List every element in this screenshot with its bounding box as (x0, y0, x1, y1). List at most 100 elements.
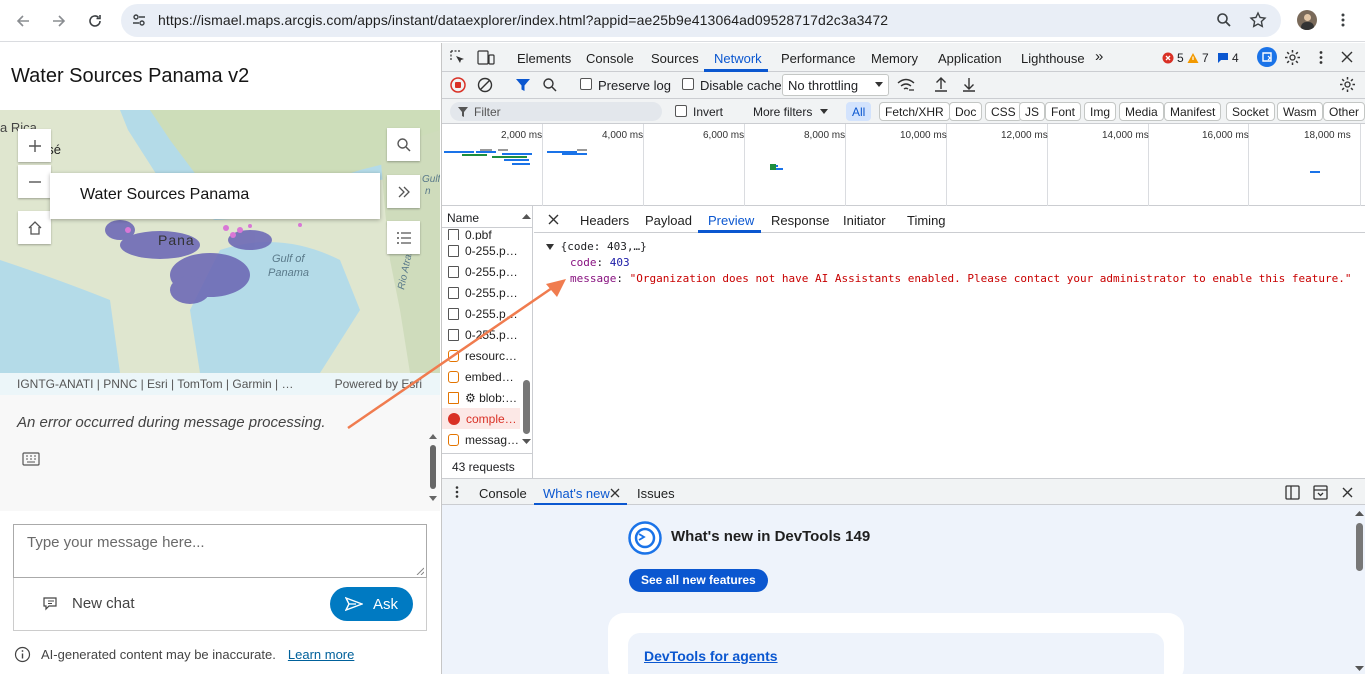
more-tabs-button[interactable]: » (1095, 48, 1103, 65)
chat-scrollbar[interactable] (427, 395, 439, 511)
disable-cache-checkbox[interactable] (682, 78, 694, 90)
message-count-badge[interactable]: 4 (1217, 51, 1239, 65)
tab-network[interactable]: Network (714, 51, 762, 66)
request-row[interactable]: 0-255.p… (442, 324, 520, 345)
forward-icon[interactable] (46, 8, 72, 34)
map-attribution[interactable]: IGNTG-ANATI | PNNC | Esri | TomTom | Gar… (0, 373, 440, 395)
tab-lighthouse[interactable]: Lighthouse (1021, 51, 1085, 66)
drawer-tab-console[interactable]: Console (479, 486, 527, 501)
import-har-icon[interactable] (933, 76, 949, 93)
detail-tab-headers[interactable]: Headers (580, 213, 629, 228)
zoom-out-button[interactable] (18, 165, 51, 198)
filter-type-other[interactable]: Other (1323, 102, 1365, 121)
request-row[interactable]: 0-255.p… (442, 261, 520, 282)
filter-type-wasm[interactable]: Wasm (1277, 102, 1323, 121)
site-settings-icon[interactable] (131, 12, 147, 28)
request-row[interactable]: ⚙ blob:… (442, 387, 520, 408)
devtools-for-agents-link[interactable]: DevTools for agents (644, 648, 778, 664)
tab-elements[interactable]: Elements (517, 51, 571, 66)
zoom-icon[interactable] (1216, 12, 1232, 28)
address-bar[interactable]: https://ismael.maps.arcgis.com/apps/inst… (121, 4, 1281, 37)
minimize-drawer-icon[interactable] (1313, 485, 1328, 500)
tab-application[interactable]: Application (938, 51, 1002, 66)
filter-type-fetch-xhr[interactable]: Fetch/XHR (879, 102, 950, 121)
detail-tab-initiator[interactable]: Initiator (843, 213, 886, 228)
request-row[interactable]: embed… (442, 366, 520, 387)
request-row[interactable]: messag… (442, 429, 520, 450)
network-overview-timeline[interactable]: 2,000 ms 4,000 ms 6,000 ms 8,000 ms 10,0… (442, 124, 1365, 206)
tab-memory[interactable]: Memory (871, 51, 918, 66)
reload-icon[interactable] (82, 8, 108, 34)
request-row[interactable]: 0.pbf (442, 228, 520, 240)
filter-type-all[interactable]: All (846, 102, 872, 121)
settings-gear-icon[interactable] (1284, 49, 1301, 66)
feature-popup[interactable]: Water Sources Panama (50, 173, 380, 219)
detail-tab-response[interactable]: Response (771, 213, 830, 228)
filter-funnel-icon[interactable] (515, 77, 531, 93)
resize-handle-icon[interactable] (416, 567, 424, 575)
map-view[interactable]: a Rica osé Pana Gulf of Panama Gulf of n… (0, 110, 440, 395)
expand-panel-button[interactable] (387, 175, 420, 208)
network-settings-icon[interactable] (1339, 76, 1356, 93)
preview-summary-row[interactable]: {code: 403,…} (546, 240, 647, 253)
feature-card[interactable]: DevTools for agents (628, 633, 1164, 674)
drawer-tab-issues[interactable]: Issues (637, 486, 675, 501)
close-whats-new-icon[interactable] (610, 488, 620, 498)
request-row[interactable]: 0-255.p… (442, 282, 520, 303)
filter-input[interactable]: Filter (450, 102, 662, 121)
keyboard-icon[interactable] (22, 452, 40, 466)
see-all-features-button[interactable]: See all new features (629, 569, 768, 592)
request-row[interactable]: 0-255.p… (442, 240, 520, 261)
whats-new-scrollbar[interactable] (1354, 507, 1365, 674)
throttling-select[interactable]: No throttling (782, 74, 889, 96)
clear-log-icon[interactable] (477, 77, 493, 93)
browser-menu-icon[interactable] (1335, 12, 1351, 28)
invert-checkbox[interactable] (675, 105, 687, 117)
search-requests-icon[interactable] (542, 77, 558, 93)
devtools-menu-icon[interactable] (1314, 50, 1328, 65)
filter-type-img[interactable]: Img (1084, 102, 1117, 121)
warning-count-badge[interactable]: 7 (1187, 51, 1209, 65)
network-conditions-icon[interactable] (897, 77, 915, 93)
error-count-badge[interactable]: 5 (1162, 51, 1184, 65)
dock-side-icon[interactable] (1285, 485, 1300, 500)
export-har-icon[interactable] (961, 76, 977, 93)
expand-triangle-icon[interactable] (546, 244, 554, 250)
preserve-log-checkbox[interactable] (580, 78, 592, 90)
record-stop-icon[interactable] (450, 77, 466, 93)
request-row[interactable]: 0-255.p… (442, 303, 520, 324)
device-toolbar-icon[interactable] (477, 50, 495, 66)
powered-by-esri[interactable]: Powered by Esri (335, 377, 422, 391)
request-row[interactable]: comple… (442, 408, 520, 429)
url-text[interactable]: https://ismael.maps.arcgis.com/apps/inst… (158, 12, 888, 28)
inspect-element-icon[interactable] (450, 50, 466, 66)
home-button[interactable] (18, 211, 51, 244)
detail-tab-preview[interactable]: Preview (708, 213, 754, 228)
star-icon[interactable] (1249, 11, 1267, 29)
tab-sources[interactable]: Sources (651, 51, 699, 66)
filter-type-js[interactable]: JS (1019, 102, 1046, 121)
back-icon[interactable] (10, 8, 36, 34)
close-drawer-icon[interactable] (1342, 487, 1353, 498)
tab-performance[interactable]: Performance (781, 51, 855, 66)
chat-input[interactable]: Type your message here... (13, 524, 427, 578)
ai-assistance-icon[interactable] (1257, 47, 1277, 67)
more-filters-button[interactable]: More filters (753, 105, 812, 119)
drawer-tab-whats-new[interactable]: What's new (543, 486, 610, 501)
request-list-scrollbar[interactable] (521, 210, 532, 448)
filter-type-manifest[interactable]: Manifest (1164, 102, 1222, 121)
new-chat-button[interactable]: New chat (42, 595, 135, 612)
drawer-menu-icon[interactable] (452, 485, 462, 499)
filter-type-doc[interactable]: Doc (949, 102, 983, 121)
close-detail-icon[interactable] (548, 214, 559, 225)
request-row[interactable]: resourc… (442, 345, 520, 366)
filter-type-media[interactable]: Media (1119, 102, 1164, 121)
filter-type-css[interactable]: CSS (985, 102, 1022, 121)
learn-more-link[interactable]: Learn more (288, 647, 354, 662)
layer-list-button[interactable] (387, 221, 420, 254)
detail-tab-timing[interactable]: Timing (907, 213, 946, 228)
filter-type-font[interactable]: Font (1045, 102, 1082, 121)
detail-tab-payload[interactable]: Payload (645, 213, 692, 228)
close-devtools-icon[interactable] (1341, 51, 1353, 63)
profile-avatar[interactable] (1297, 10, 1317, 30)
